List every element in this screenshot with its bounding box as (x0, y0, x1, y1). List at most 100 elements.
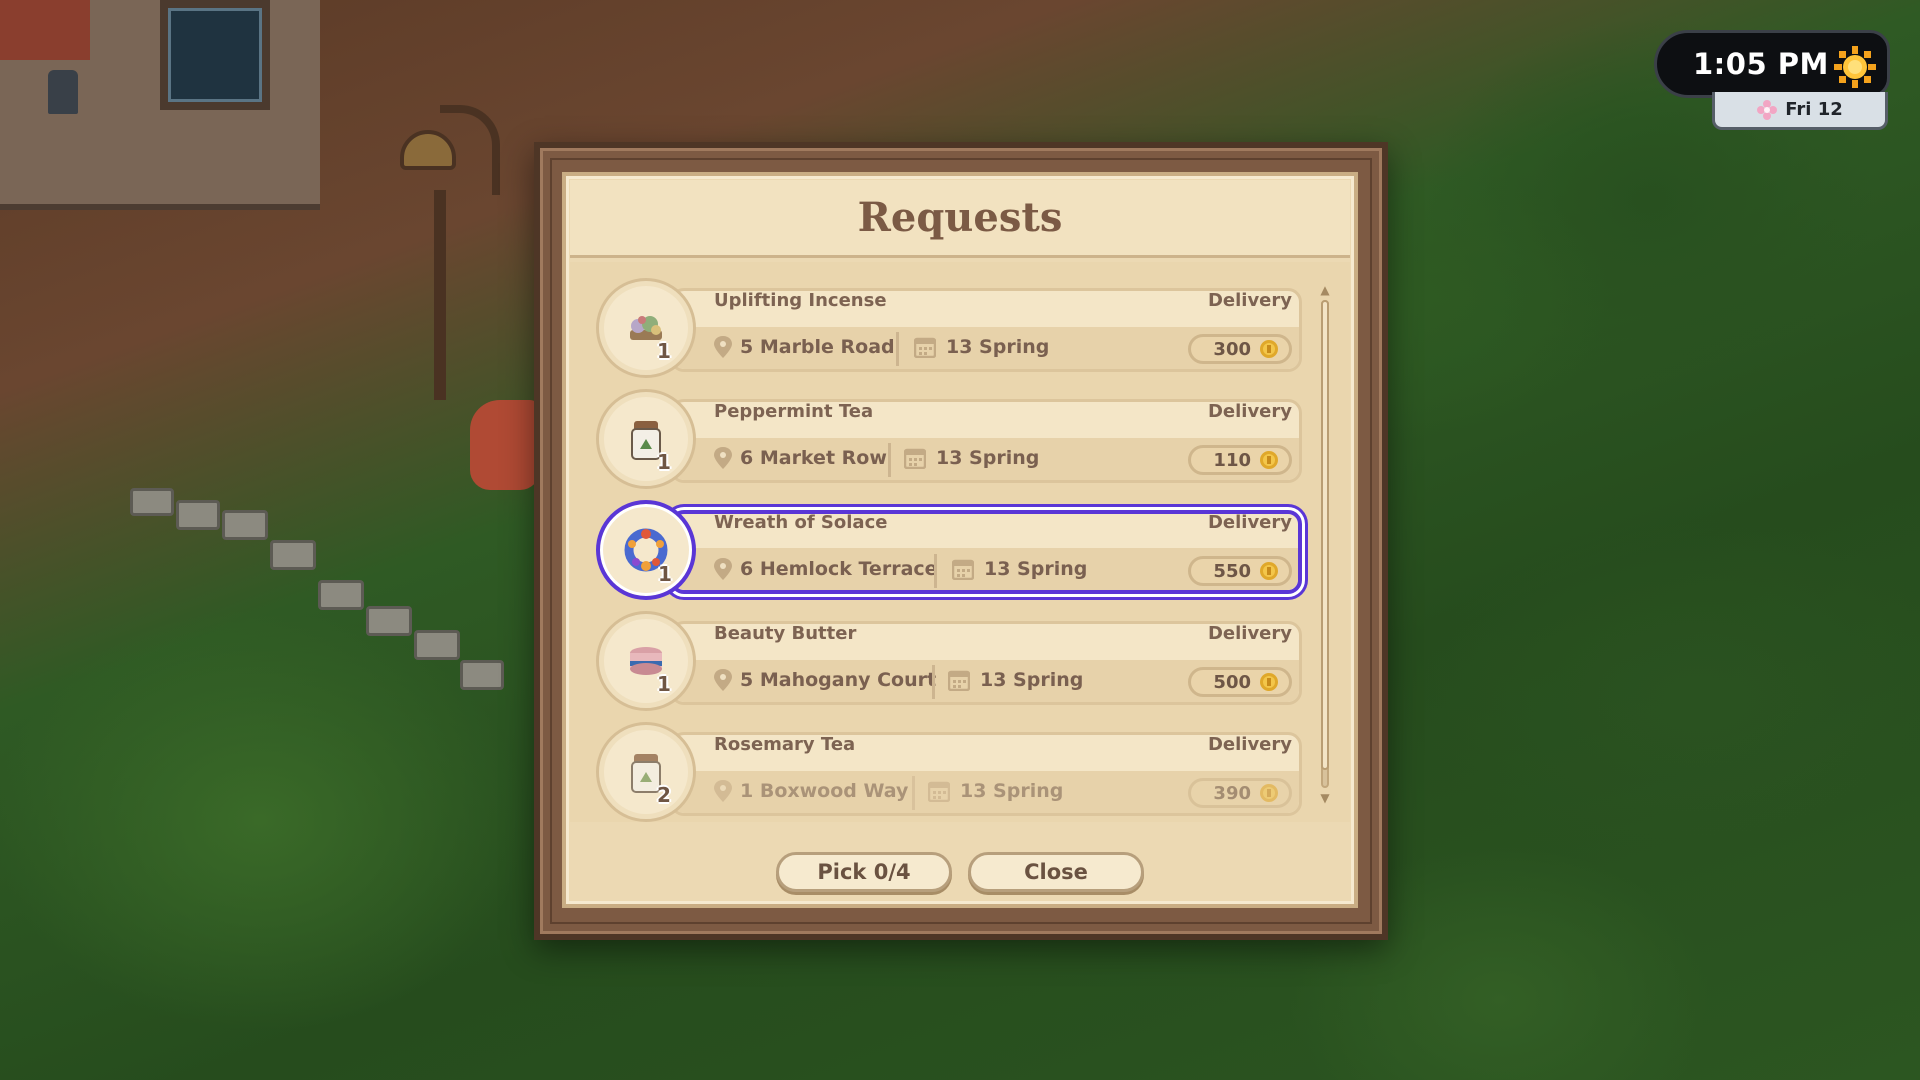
request-type: Delivery (1207, 734, 1292, 755)
divider (932, 665, 935, 699)
request-name: Wreath of Solace (714, 512, 888, 533)
due-date-label: 13 Spring (980, 669, 1084, 691)
request-name: Rosemary Tea (714, 734, 856, 755)
date-panel: Fri 12 (1712, 92, 1888, 130)
reward-amount: 550 (1213, 560, 1251, 582)
request-name: Peppermint Tea (714, 401, 874, 422)
coin-icon (1260, 784, 1278, 802)
item-slot: 1 (596, 278, 696, 378)
wall-lantern (48, 70, 78, 114)
pick-button[interactable]: Pick 0/4 (776, 852, 952, 892)
divider (912, 776, 915, 810)
stone-wall-block (176, 500, 220, 530)
request-due-date: 13 Spring (928, 780, 1063, 802)
location-pin-icon (714, 447, 732, 469)
request-type: Delivery (1207, 623, 1292, 644)
flower-icon (1757, 99, 1778, 120)
item-quantity: 1 (657, 672, 671, 696)
due-date-label: 13 Spring (936, 447, 1040, 469)
clock-time: 1:05 PM (1693, 47, 1829, 81)
sun-icon (1834, 46, 1876, 88)
location-pin-icon (714, 558, 732, 580)
request-due-date: 13 Spring (914, 336, 1049, 358)
coin-icon (1260, 451, 1278, 469)
request-name: Uplifting Incense (714, 290, 887, 311)
request-due-date: 13 Spring (952, 558, 1087, 580)
item-quantity: 1 (657, 339, 671, 363)
item-quantity: 2 (657, 783, 671, 807)
request-item[interactable]: 1 Beauty Butter Delivery 5 Mahogany Cour… (596, 611, 1302, 711)
location-pin-icon (714, 780, 732, 802)
reward-amount: 300 (1213, 338, 1251, 360)
calendar-icon (928, 781, 950, 802)
dialog-header: Requests (570, 180, 1350, 258)
scroll-up-icon[interactable]: ▲ (1318, 284, 1332, 296)
request-due-date: 13 Spring (948, 669, 1083, 691)
item-slot: 1 (596, 611, 696, 711)
location-pin-icon (714, 669, 732, 691)
scooter (470, 400, 540, 490)
coin-icon (1260, 562, 1278, 580)
reward-badge: 300 (1188, 334, 1292, 364)
request-location: 1 Boxwood Way (714, 780, 908, 802)
request-type: Delivery (1207, 512, 1292, 533)
close-button[interactable]: Close (968, 852, 1144, 892)
divider (888, 443, 891, 477)
item-quantity: 1 (658, 562, 672, 586)
request-location: 5 Mahogany Court (714, 669, 936, 691)
calendar-icon (948, 670, 970, 691)
item-slot: 1 (596, 500, 696, 600)
clock-panel: 1:05 PM (1654, 30, 1890, 98)
request-location: 6 Market Row (714, 447, 887, 469)
request-type: Delivery (1207, 401, 1292, 422)
date-label: Fri 12 (1785, 99, 1843, 120)
request-location: 6 Hemlock Terrace (714, 558, 938, 580)
item-slot: 1 (596, 389, 696, 489)
stone-wall-block (460, 660, 504, 690)
reward-amount: 500 (1213, 671, 1251, 693)
location-label: 6 Hemlock Terrace (740, 558, 938, 580)
reward-badge: 390 (1188, 778, 1292, 808)
calendar-icon (904, 448, 926, 469)
request-item[interactable]: 1 Peppermint Tea Delivery 6 Market Row 1… (596, 389, 1302, 489)
calendar-icon (914, 337, 936, 358)
street-lamp-pole (434, 190, 446, 400)
stone-wall-block (222, 510, 268, 540)
dialog-title: Requests (857, 194, 1063, 241)
location-label: 5 Marble Road (740, 336, 895, 358)
request-list-scrollbar[interactable]: ▲ ▼ (1318, 284, 1332, 804)
due-date-label: 13 Spring (960, 780, 1064, 802)
stone-wall-block (130, 488, 174, 516)
location-label: 5 Mahogany Court (740, 669, 937, 691)
stone-wall-block (270, 540, 316, 570)
location-label: 6 Market Row (740, 447, 887, 469)
request-name: Beauty Butter (714, 623, 857, 644)
house-roof (0, 0, 90, 60)
item-quantity: 1 (657, 450, 671, 474)
house-window (160, 0, 270, 110)
stone-wall-block (366, 606, 412, 636)
reward-badge: 550 (1188, 556, 1292, 586)
location-pin-icon (714, 336, 732, 358)
stone-wall-block (318, 580, 364, 610)
reward-amount: 110 (1213, 449, 1251, 471)
request-type: Delivery (1207, 290, 1292, 311)
divider (934, 554, 937, 588)
request-item-selected[interactable]: 1 Wreath of Solace Delivery 6 Hemlock Te… (596, 500, 1302, 600)
request-item[interactable]: 1 Uplifting Incense Delivery 5 Marble Ro… (596, 278, 1302, 378)
reward-amount: 390 (1213, 782, 1251, 804)
scroll-down-icon[interactable]: ▼ (1318, 792, 1332, 804)
stone-wall-block (414, 630, 460, 660)
request-due-date: 13 Spring (904, 447, 1039, 469)
due-date-label: 13 Spring (984, 558, 1088, 580)
scroll-thumb[interactable] (1321, 300, 1329, 770)
coin-icon (1260, 673, 1278, 691)
divider (896, 332, 899, 366)
coin-icon (1260, 340, 1278, 358)
request-item[interactable]: 2 Rosemary Tea Delivery 1 Boxwood Way 13… (596, 722, 1302, 822)
reward-badge: 500 (1188, 667, 1292, 697)
due-date-label: 13 Spring (946, 336, 1050, 358)
calendar-icon (952, 559, 974, 580)
request-location: 5 Marble Road (714, 336, 895, 358)
location-label: 1 Boxwood Way (740, 780, 909, 802)
